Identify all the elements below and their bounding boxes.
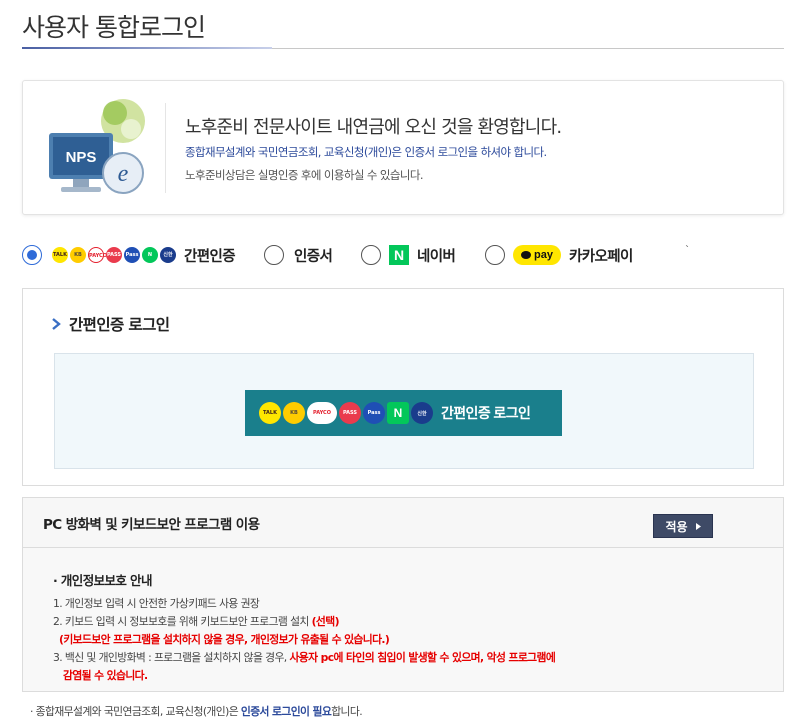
easy-login-panel: 간편인증 로그인 TALK KB PAYCO PASS Pass N 신한 간편인증 로그인 xyxy=(22,288,784,486)
footer-note-highlight: 인증서 로그인이 필요 xyxy=(240,705,332,718)
radio-certificate[interactable] xyxy=(264,245,284,265)
login-method-selector: TALK KB PAYCO PASS Pass N 신한 간편인증 인증서 N 네이버 pa… xyxy=(22,240,784,270)
svg-text:e: e xyxy=(118,161,129,187)
welcome-notice-consulting: 노후준비상담은 실명인증 후에 이용하실 수 있습니다. xyxy=(185,168,424,182)
pass-icon: PASS xyxy=(106,247,122,263)
easy-auth-provider-icons: TALK KB PAYCO PASS Pass N 신한 xyxy=(52,247,176,263)
chevron-right-icon xyxy=(52,318,61,330)
welcome-box: NPS e 노후준비 전문사이트 내연금에 오신 것을 환영합니다. 종합재무설… xyxy=(22,80,784,215)
privacy-item-2-text: 2. 키보드 입력 시 정보보호를 위해 키보드보안 프로그램 설치 xyxy=(53,615,312,628)
login-method-certificate-label: 인증서 xyxy=(294,248,333,265)
samsung-pass-icon: Pass xyxy=(124,247,140,263)
naver-icon: N xyxy=(387,402,409,424)
login-method-naver[interactable]: N 네이버 xyxy=(361,240,456,270)
privacy-item-3: 3. 백신 및 개인방화벽 : 프로그램을 설치하지 않을 경우, 사용자 pc… xyxy=(53,649,556,665)
kakaotalk-icon: TALK xyxy=(259,402,281,424)
security-header: PC 방화벽 및 키보드보안 프로그램 이용 적용 xyxy=(23,498,783,548)
kb-icon: KB xyxy=(283,402,305,424)
triangle-right-icon xyxy=(695,522,701,530)
naver-icon: N xyxy=(389,245,409,265)
easy-login-heading-text: 간편인증 로그인 xyxy=(69,316,170,334)
naver-icon: N xyxy=(142,247,158,263)
pass-icon: PASS xyxy=(339,402,361,424)
easy-login-button[interactable]: TALK KB PAYCO PASS Pass N 신한 간편인증 로그인 xyxy=(245,390,562,436)
kakaopay-icon: pay xyxy=(513,245,561,265)
security-title: PC 방화벽 및 키보드보안 프로그램 이용 xyxy=(43,517,260,533)
privacy-item-3-warning-cont: 감염될 수 있습니다. xyxy=(63,669,148,682)
login-method-certificate[interactable]: 인증서 xyxy=(264,240,333,270)
footer-note-prefix: · 종합재무설계와 국민연금조회, 교육신청(개인)은 xyxy=(30,705,241,718)
welcome-heading: 노후준비 전문사이트 내연금에 오신 것을 환영합니다. xyxy=(185,117,562,138)
security-panel: PC 방화벽 및 키보드보안 프로그램 이용 적용 · 개인정보보호 안내 1.… xyxy=(22,497,784,692)
login-method-kakaopay[interactable]: pay 카카오페이 xyxy=(485,240,633,270)
privacy-item-2-warning: (키보드보안 프로그램을 설치하지 않을 경우, 개인정보가 유출될 수 있습니… xyxy=(59,633,390,646)
easy-login-box: TALK KB PAYCO PASS Pass N 신한 간편인증 로그인 xyxy=(54,353,754,469)
apply-button-label: 적용 xyxy=(665,519,688,534)
privacy-item-3-text: 3. 백신 및 개인방화벽 : 프로그램을 설치하지 않을 경우, xyxy=(53,651,290,664)
privacy-item-2: 2. 키보드 입력 시 정보보호를 위해 키보드보안 프로그램 설치 (선택) xyxy=(53,613,340,629)
kakaopay-icon-text: pay xyxy=(534,249,553,261)
privacy-heading: · 개인정보보호 안내 xyxy=(53,573,152,588)
login-method-naver-label: 네이버 xyxy=(417,248,456,265)
kakaotalk-icon: TALK xyxy=(52,247,68,263)
privacy-item-1: 1. 개인정보 입력 시 안전한 가상키패드 사용 권장 xyxy=(53,597,260,610)
shinhan-icon: 신한 xyxy=(411,402,433,424)
samsung-pass-icon: Pass xyxy=(363,402,385,424)
easy-login-button-label: 간편인증 로그인 xyxy=(441,405,531,421)
title-divider-accent xyxy=(22,47,272,49)
privacy-item-3-warning: 사용자 pc에 타인의 침입이 발생할 수 있으며, 악성 프로그램에 xyxy=(289,651,556,664)
footer-note-suffix: 합니다. xyxy=(331,705,363,718)
page-title: 사용자 통합로그인 xyxy=(22,13,206,42)
nps-logo-text: NPS xyxy=(66,149,97,166)
privacy-item-2-optional: (선택) xyxy=(311,615,340,628)
footer-note: · 종합재무설계와 국민연금조회, 교육신청(개인)은 인증서 로그인이 필요합… xyxy=(30,703,363,719)
stray-mark: ` xyxy=(685,245,690,256)
login-method-easy-auth-label: 간편인증 xyxy=(184,248,236,265)
login-method-kakaopay-label: 카카오페이 xyxy=(569,248,633,265)
welcome-divider xyxy=(165,103,166,193)
easy-login-provider-icons: TALK KB PAYCO PASS Pass N 신한 xyxy=(259,402,435,424)
kakao-bubble-icon xyxy=(521,251,532,259)
easy-login-heading: 간편인증 로그인 xyxy=(51,313,170,335)
payco-icon: PAYCO xyxy=(307,402,337,424)
payco-icon: PAYCO xyxy=(88,247,107,263)
radio-easy-auth[interactable] xyxy=(22,245,42,265)
kb-icon: KB xyxy=(70,247,86,263)
shinhan-icon: 신한 xyxy=(160,247,176,263)
nps-computer-logo: NPS e xyxy=(49,99,145,194)
login-method-easy-auth[interactable]: TALK KB PAYCO PASS Pass N 신한 간편인증 xyxy=(22,240,236,270)
apply-button[interactable]: 적용 xyxy=(653,514,713,538)
radio-naver[interactable] xyxy=(361,245,381,265)
radio-kakaopay[interactable] xyxy=(485,245,505,265)
welcome-notice-certificate: 종합재무설계와 국민연금조회, 교육신청(개인)은 인증서 로그인을 하셔야 합… xyxy=(185,145,547,159)
